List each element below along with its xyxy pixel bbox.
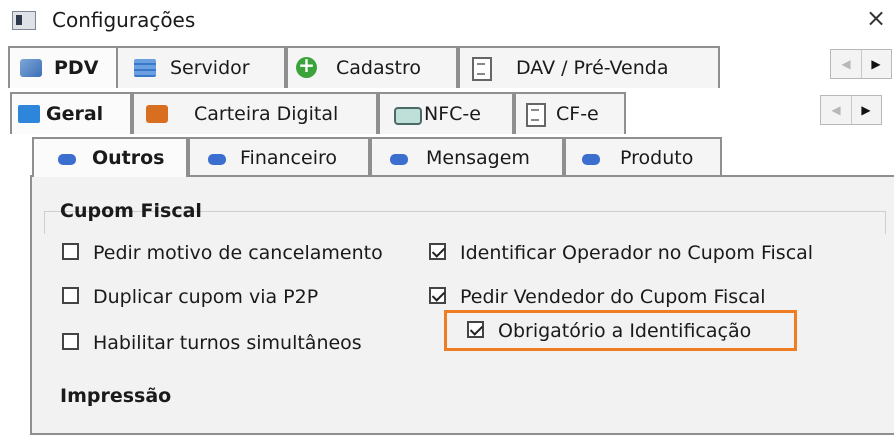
nfce-icon: [394, 107, 422, 125]
checkbox-label: Pedir Vendedor do Cupom Fiscal: [460, 286, 766, 308]
tab-scroller-row2: ◀ ▶: [820, 95, 882, 125]
tab-label: NFC-e: [424, 103, 481, 125]
document-icon: [526, 103, 546, 127]
chevron-left-icon[interactable]: ◀: [821, 96, 852, 124]
tab-label: Financeiro: [240, 147, 337, 169]
section-title-cupom-fiscal: Cupom Fiscal: [60, 200, 202, 222]
checkbox-label: Duplicar cupom via P2P: [93, 286, 319, 308]
checkbox[interactable]: [62, 333, 79, 350]
tab-outros[interactable]: Outros: [32, 137, 188, 177]
wallet-icon: [146, 105, 168, 123]
tab-financeiro[interactable]: Financeiro: [188, 137, 370, 177]
settings-icon: [18, 105, 40, 123]
tab-label: Mensagem: [426, 147, 530, 169]
app-icon: [12, 11, 36, 30]
tab-cfe[interactable]: CF-e: [514, 92, 626, 134]
tab-label: Servidor: [170, 57, 250, 79]
tab-label: Geral: [46, 103, 104, 125]
pdv-icon: [20, 59, 42, 77]
pill-icon: [582, 154, 600, 165]
tab-carteira-digital[interactable]: Carteira Digital: [132, 92, 378, 134]
window-titlebar: Configurações ×: [0, 0, 894, 40]
checkbox[interactable]: [62, 287, 79, 304]
close-icon[interactable]: ×: [866, 4, 886, 32]
chevron-right-icon[interactable]: ▶: [851, 96, 881, 124]
tab-pdv[interactable]: PDV: [8, 46, 118, 88]
checkbox[interactable]: [467, 321, 484, 338]
tab-label: Outros: [92, 147, 165, 169]
checkbox[interactable]: [429, 243, 446, 260]
tab-servidor[interactable]: Servidor: [116, 46, 286, 88]
window-title: Configurações: [52, 8, 196, 32]
tab-label: DAV / Pré-Venda: [516, 57, 669, 79]
add-icon: [296, 53, 317, 78]
pill-icon: [58, 154, 76, 165]
tab-label: Carteira Digital: [194, 103, 339, 125]
tab-produto[interactable]: Produto: [564, 137, 722, 177]
tab-label: CF-e: [556, 103, 599, 125]
tab-nfce[interactable]: NFC-e: [378, 92, 514, 134]
tab-scroller-row1: ◀ ▶: [830, 49, 892, 79]
tab-label: Produto: [620, 147, 694, 169]
checkbox[interactable]: [62, 243, 79, 260]
server-icon: [134, 59, 156, 77]
checkbox-label: Identificar Operador no Cupom Fiscal: [460, 242, 814, 264]
tab-label: PDV: [54, 57, 99, 79]
tab-cadastro[interactable]: Cadastro: [286, 46, 458, 88]
chevron-right-icon[interactable]: ▶: [861, 50, 891, 78]
tab-dav-pre-venda[interactable]: DAV / Pré-Venda: [458, 46, 720, 88]
checkbox-label: Habilitar turnos simultâneos: [93, 332, 362, 354]
checkbox-label: Obrigatório a Identificação: [498, 320, 752, 342]
tab-label: Cadastro: [336, 57, 421, 79]
chevron-left-icon[interactable]: ◀: [831, 50, 862, 78]
document-icon: [472, 57, 492, 81]
pill-icon: [390, 154, 408, 165]
tab-geral[interactable]: Geral: [10, 92, 132, 134]
section-title-impressao: Impressão: [60, 385, 172, 407]
checkbox-label: Pedir motivo de cancelamento: [93, 242, 383, 264]
tab-mensagem[interactable]: Mensagem: [370, 137, 564, 177]
pill-icon: [208, 154, 226, 165]
checkbox[interactable]: [429, 287, 446, 304]
